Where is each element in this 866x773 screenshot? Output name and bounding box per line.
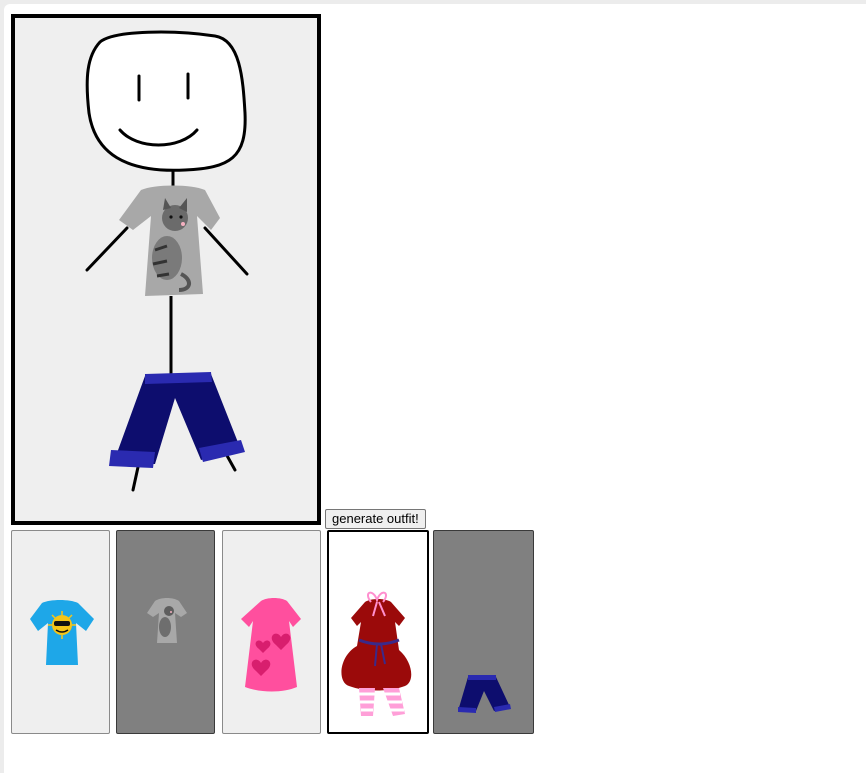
blue-shorts-icon	[458, 675, 511, 713]
wardrobe-item-red-dress[interactable]	[327, 530, 429, 734]
red-dress-icon	[341, 591, 412, 716]
sun-shirt-icon	[30, 600, 94, 665]
stick-figure	[85, 30, 249, 492]
wardrobe-item-pink-heart-dress[interactable]	[222, 530, 321, 734]
cat-shirt-icon	[147, 598, 187, 643]
wardrobe-item-cat-shirt[interactable]	[116, 530, 215, 734]
wardrobe-item-blue-shorts[interactable]	[433, 530, 534, 734]
wardrobe-item-sun-shirt[interactable]	[11, 530, 110, 734]
worn-cat-shirt	[119, 185, 220, 296]
avatar-stage	[11, 14, 321, 525]
generate-outfit-button[interactable]: generate outfit!	[325, 509, 426, 529]
worn-blue-shorts	[109, 372, 245, 468]
striped-leggings	[359, 688, 405, 716]
head	[85, 30, 247, 172]
pink-dress-icon	[241, 598, 301, 692]
